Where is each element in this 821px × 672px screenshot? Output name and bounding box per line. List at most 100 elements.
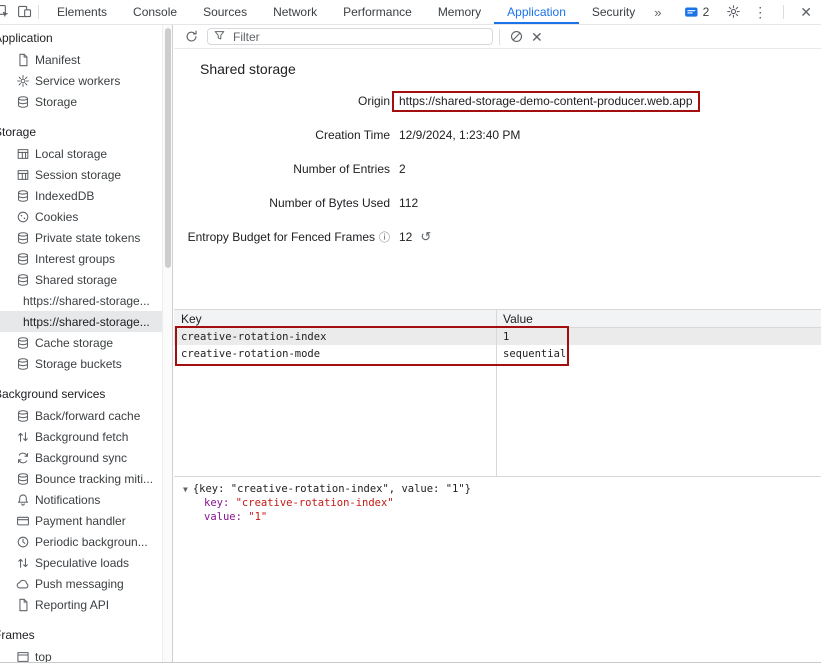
sidebar-item-manifest[interactable]: Manifest [0,49,162,70]
sidebar-item-session-storage[interactable]: Session storage [0,164,162,185]
sidebar-item-indexeddb[interactable]: IndexedDB [0,185,162,206]
clock-icon [16,535,30,549]
tabbar-tabs: ElementsConsoleSourcesNetworkPerformance… [44,0,648,24]
field-number-of-bytes-used: Number of Bytes Used112 [177,194,821,212]
sidebar-item-notifications[interactable]: Notifications [0,489,162,510]
sidebar-section-application: Application [0,28,162,49]
cell-value: sequential [497,345,821,362]
table-row[interactable]: creative-rotation-modesequential [174,345,821,362]
inspect-icon[interactable] [0,4,11,20]
filter-funnel-icon [213,29,229,45]
scrollbar-thumb[interactable] [165,28,171,268]
database-icon [16,336,30,350]
bell-icon [16,493,30,507]
sidebar-item-label: Reporting API [35,598,109,612]
field-value: 12↺ [399,229,431,245]
column-header-key[interactable]: Key [174,310,497,327]
sidebar-item-label: Interest groups [35,252,115,266]
sidebar-item-label: Periodic backgroun... [35,535,148,549]
sidebar-item-cache-storage[interactable]: Cache storage [0,332,162,353]
tab-sources[interactable]: Sources [190,0,260,24]
sidebar-item-private-state-tokens[interactable]: Private state tokens [0,227,162,248]
field-label: Entropy Budget for Fenced Framesⓘ [177,229,390,245]
sidebar-item-label: Payment handler [35,514,126,528]
disclosure-triangle-icon[interactable]: ▼ [183,485,188,494]
preview-property: value: "1" [183,510,821,524]
sidebar-section-storage: Storage [0,122,162,143]
issues-count: 2 [703,5,710,19]
close-devtools-icon[interactable]: ✕ [800,5,812,19]
issues-badge[interactable]: 2 [684,5,710,20]
sidebar-item-service-workers[interactable]: Service workers [0,70,162,91]
field-label: Number of Entries [177,162,390,176]
toolbar-separator [783,5,784,19]
sidebar-item-label: Shared storage [35,273,117,287]
sidebar-item-label: Private state tokens [35,231,140,245]
column-header-value[interactable]: Value [497,310,821,327]
filter-box[interactable] [207,28,493,45]
field-value-text: 112 [399,196,418,210]
sidebar-item-cookies[interactable]: Cookies [0,206,162,227]
preview-pane: ▼ {key: "creative-rotation-index", value… [174,476,821,524]
sidebar-item-label: https://shared-storage... [23,315,150,329]
empty-key-column [174,362,497,476]
property-name: value: [204,511,248,523]
sidebar-item-label: Background fetch [35,430,128,444]
document-icon [16,53,30,67]
annotated-field-value: https://shared-storage-demo-content-prod… [392,91,700,112]
sidebar-item-push-messaging[interactable]: Push messaging [0,573,162,594]
field-value-text: 12/9/2024, 1:23:40 PM [399,128,520,142]
frame-icon [16,650,30,663]
main-panel: ✕ Shared storage Originhttps://shared-st… [174,25,821,672]
settings-gear-icon[interactable] [726,4,742,20]
sidebar-item-back-forward-cache[interactable]: Back/forward cache [0,405,162,426]
field-value: 12/9/2024, 1:23:40 PM [399,128,520,142]
field-value: 2 [399,162,406,176]
table-row[interactable]: creative-rotation-index1 [174,328,821,345]
speculative-icon [16,556,30,570]
tab-elements[interactable]: Elements [44,0,120,24]
sidebar-item-background-fetch[interactable]: Background fetch [0,426,162,447]
database-icon [16,95,30,109]
database-icon [16,472,30,486]
reset-budget-icon[interactable]: ↺ [420,229,431,245]
more-options-icon[interactable]: ⋮ [753,5,767,19]
sidebar-item-label: Back/forward cache [35,409,140,423]
application-sidebar: ApplicationManifest Service workers Storag… [0,25,162,662]
tab-performance[interactable]: Performance [330,0,425,24]
sidebar-item-top[interactable]: top [0,646,162,662]
more-tabs-button[interactable]: » [648,5,667,20]
sidebar-item-local-storage[interactable]: Local storage [0,143,162,164]
sidebar-item-interest-groups[interactable]: Interest groups [0,248,162,269]
info-icon[interactable]: ⓘ [379,232,390,244]
sidebar-item-https-shared-storage[interactable]: https://shared-storage... [0,311,162,332]
toolbar-separator [38,5,39,19]
tab-memory[interactable]: Memory [425,0,494,24]
tab-security[interactable]: Security [579,0,648,24]
tab-console[interactable]: Console [120,0,190,24]
sidebar-item-reporting-api[interactable]: Reporting API [0,594,162,615]
sidebar-item-https-shared-storage[interactable]: https://shared-storage... [0,290,162,311]
field-value-text: 2 [399,162,406,176]
sidebar-item-background-sync[interactable]: Background sync [0,447,162,468]
device-toolbar-icon[interactable] [17,4,33,20]
clear-all-icon[interactable] [509,29,525,45]
refresh-icon[interactable] [184,29,200,45]
sidebar-item-label: Service workers [35,74,120,88]
delete-selected-icon[interactable]: ✕ [531,30,543,44]
sidebar-item-storage-buckets[interactable]: Storage buckets [0,353,162,374]
sidebar-item-speculative-loads[interactable]: Speculative loads [0,552,162,573]
sidebar-item-label: Storage buckets [35,357,122,371]
sidebar-item-label: Session storage [35,168,121,182]
sidebar-item-bounce-tracking-miti[interactable]: Bounce tracking miti... [0,468,162,489]
sidebar-item-payment-handler[interactable]: Payment handler [0,510,162,531]
filter-input[interactable] [233,30,487,44]
sidebar-scrollbar[interactable] [162,25,173,662]
property-name: key: [204,497,236,509]
sidebar-item-storage[interactable]: Storage [0,91,162,112]
database-icon [16,273,30,287]
sidebar-item-shared-storage[interactable]: Shared storage [0,269,162,290]
tab-application[interactable]: Application [494,0,579,24]
sidebar-item-periodic-backgroun[interactable]: Periodic backgroun... [0,531,162,552]
tab-network[interactable]: Network [260,0,330,24]
